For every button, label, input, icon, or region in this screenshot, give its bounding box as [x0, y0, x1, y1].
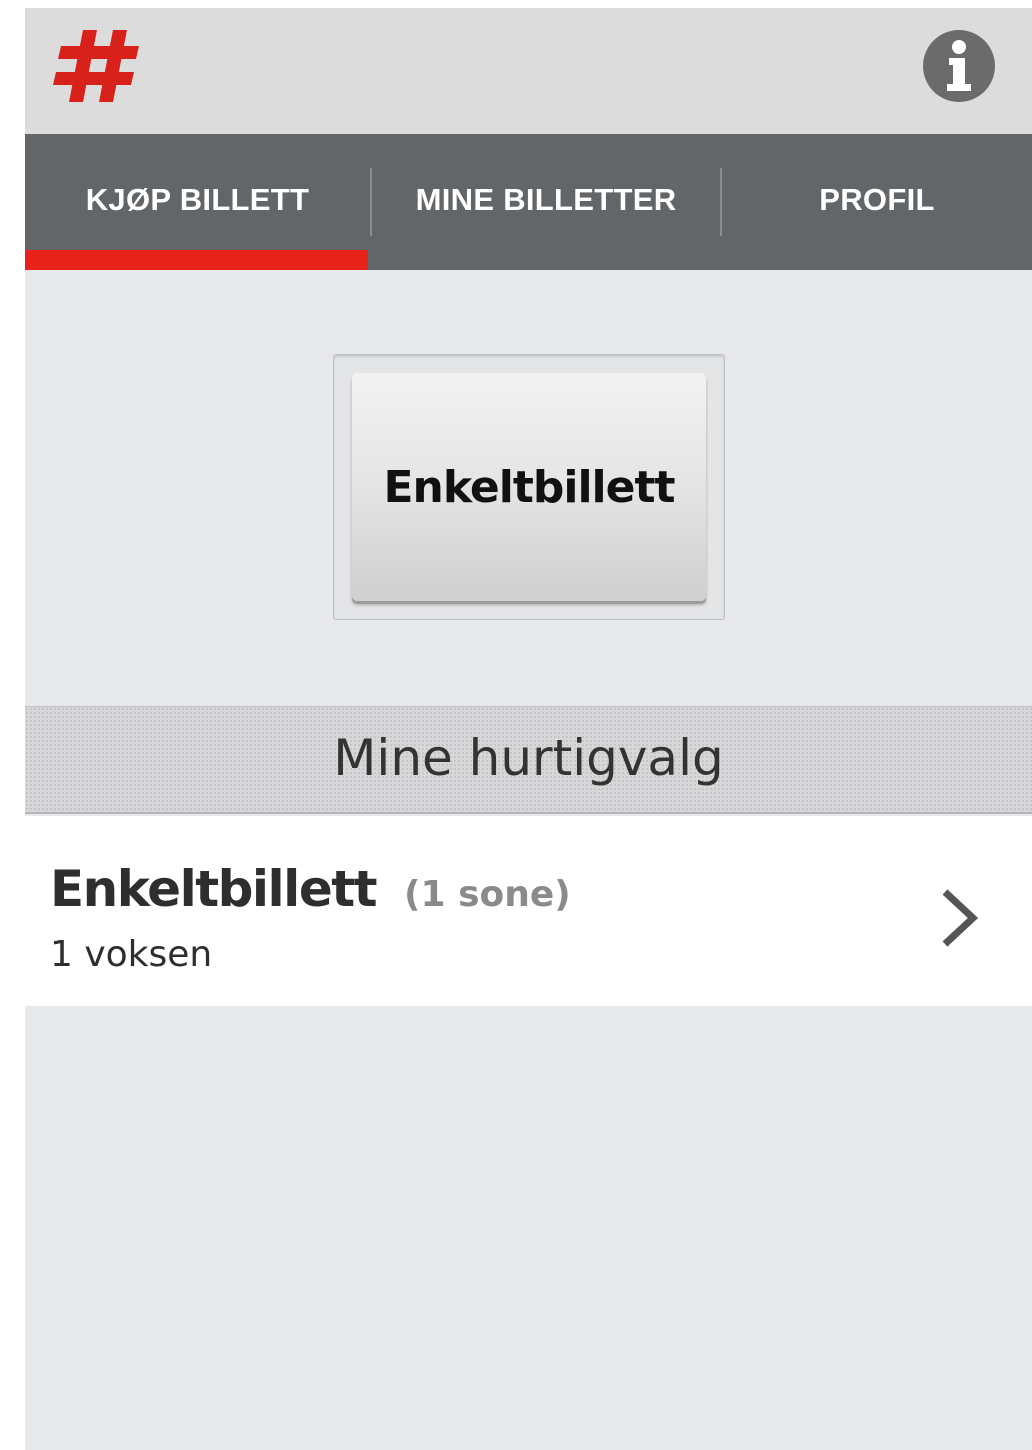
chevron-right-icon[interactable] [937, 886, 981, 950]
tab-label: PROFIL [819, 182, 935, 217]
single-ticket-button[interactable]: Enkeltbillett [352, 373, 706, 601]
tab-mine-billetter[interactable]: MINE BILLETTER [372, 134, 720, 270]
quick-choice-passengers: 1 voksen [50, 934, 213, 975]
tab-bar: KJØP BILLETT MINE BILLETTER PROFIL [25, 134, 1032, 270]
tab-label: KJØP BILLETT [85, 182, 310, 217]
tab-label: MINE BILLETTER [415, 182, 677, 217]
quick-choice-item[interactable]: Enkeltbillett (1 sone) 1 voksen [25, 816, 1032, 1006]
quick-choice-title: Enkeltbillett [50, 860, 378, 918]
ticket-button-frame: Enkeltbillett [333, 354, 725, 620]
info-icon[interactable] [923, 30, 995, 102]
quick-choice-heading: Enkeltbillett (1 sone) [50, 860, 571, 918]
single-ticket-button-label: Enkeltbillett [383, 461, 675, 513]
quick-choice-zone: (1 sone) [404, 874, 571, 915]
action-bar [25, 8, 1032, 134]
quick-choices-title: Mine hurtigvalg [333, 728, 724, 787]
tab-profil[interactable]: PROFIL [722, 134, 1032, 270]
app-screen: KJØP BILLETT MINE BILLETTER PROFIL Enkel… [25, 8, 1032, 1450]
quick-choices-header: Mine hurtigvalg [25, 706, 1032, 814]
hashtag-logo-icon [53, 26, 143, 106]
active-tab-indicator [25, 250, 368, 270]
